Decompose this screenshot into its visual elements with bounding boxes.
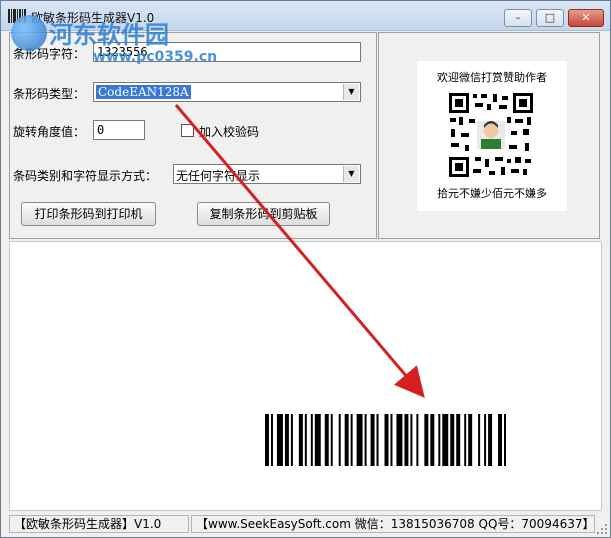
app-window: 欧敏条形码生成器V1.0 – □ ✕ 条形码字符： 1323556 条形码类型：… [0, 0, 611, 538]
print-button[interactable]: 打印条形码到打印机 [21, 202, 156, 226]
display-mode-select[interactable]: 无任何字符显示 ▼ [173, 164, 361, 184]
barcode-bar [284, 414, 289, 466]
barcode-string-label: 条形码字符： [13, 47, 86, 61]
barcode-bar [364, 414, 367, 466]
barcode-bar [442, 414, 449, 466]
barcode-bar [276, 414, 283, 466]
donation-top-text: 欢迎微信打赏赞助作者 [437, 71, 547, 84]
resize-grip-icon[interactable] [596, 523, 608, 535]
barcode-bar [304, 414, 307, 466]
barcode-bar [504, 414, 507, 466]
barcode-bar [424, 414, 429, 466]
status-contact: 【www.SeekEasySoft.com 微信：13815036708 QQ号… [191, 515, 595, 533]
rotation-input[interactable]: 0 [93, 120, 145, 140]
qr-code-icon [447, 91, 535, 179]
barcode-string-input[interactable]: 1323556 [93, 42, 361, 62]
chevron-down-icon[interactable]: ▼ [343, 84, 359, 100]
barcode-bar [390, 414, 393, 466]
barcode-bar [404, 414, 409, 466]
barcode-bar [410, 414, 413, 466]
settings-panel: 条形码字符： 1323556 条形码类型： CodeEAN128A ▼ 旋转角度… [9, 32, 377, 239]
barcode-icon [8, 9, 26, 23]
status-bar: 【欧敏条形码生成器】V1.0 【www.SeekEasySoft.com 微信：… [1, 513, 610, 537]
barcode-bar [314, 414, 321, 466]
barcode-bar [498, 414, 503, 466]
barcode-bar [478, 414, 481, 466]
copy-button[interactable]: 复制条形码到剪贴板 [197, 202, 330, 226]
barcode-bar [484, 414, 487, 466]
barcode-bar [488, 414, 493, 466]
barcode-bar [376, 414, 379, 466]
barcode-bar [290, 414, 293, 466]
barcode-preview [265, 414, 507, 466]
display-mode-label: 条码类别和字符显示方式： [13, 169, 158, 183]
donation-bottom-text: 拾元不嫌少佰元不嫌多 [437, 187, 547, 200]
barcode-bar [344, 414, 349, 466]
rotation-label: 旋转角度值： [13, 125, 86, 139]
barcode-bar [324, 414, 329, 466]
close-button[interactable]: ✕ [568, 9, 604, 27]
window-title: 欧敏条形码生成器V1.0 [31, 11, 155, 25]
barcode-bar [350, 414, 353, 466]
barcode-type-select[interactable]: CodeEAN128A ▼ [93, 82, 361, 102]
barcode-bar [270, 414, 273, 466]
barcode-bar [265, 414, 269, 466]
barcode-preview-canvas [9, 241, 602, 511]
barcode-bar [450, 414, 455, 466]
checksum-label: 加入校验码 [199, 125, 260, 139]
barcode-bar [356, 414, 363, 466]
barcode-bar [468, 414, 473, 466]
barcode-bar [330, 414, 333, 466]
minimize-button[interactable]: – [504, 9, 532, 27]
barcode-bar [384, 414, 389, 466]
barcode-bar [430, 414, 435, 466]
title-bar[interactable]: 欧敏条形码生成器V1.0 – □ ✕ [1, 1, 610, 31]
barcode-type-value: CodeEAN128A [96, 85, 191, 99]
donation-card: 欢迎微信打赏赞助作者 拾元不嫌少佰元不嫌多 [417, 61, 567, 211]
barcode-bar [438, 414, 441, 466]
barcode-bar [310, 414, 313, 466]
chevron-down-icon[interactable]: ▼ [343, 166, 359, 182]
barcode-type-label: 条形码类型： [13, 87, 86, 101]
barcode-bar [456, 414, 461, 466]
checksum-checkbox[interactable] [181, 124, 194, 137]
barcode-bar [298, 414, 303, 466]
display-mode-value: 无任何字符显示 [176, 169, 261, 183]
maximize-button[interactable]: □ [536, 9, 564, 27]
donation-panel: 欢迎微信打赏赞助作者 拾元不嫌少佰元不嫌多 [378, 32, 600, 239]
barcode-bar [416, 414, 419, 466]
barcode-bar [464, 414, 467, 466]
barcode-bar [396, 414, 403, 466]
barcode-bar [370, 414, 375, 466]
barcode-bar [338, 414, 341, 466]
status-app-name: 【欧敏条形码生成器】V1.0 [9, 515, 189, 533]
